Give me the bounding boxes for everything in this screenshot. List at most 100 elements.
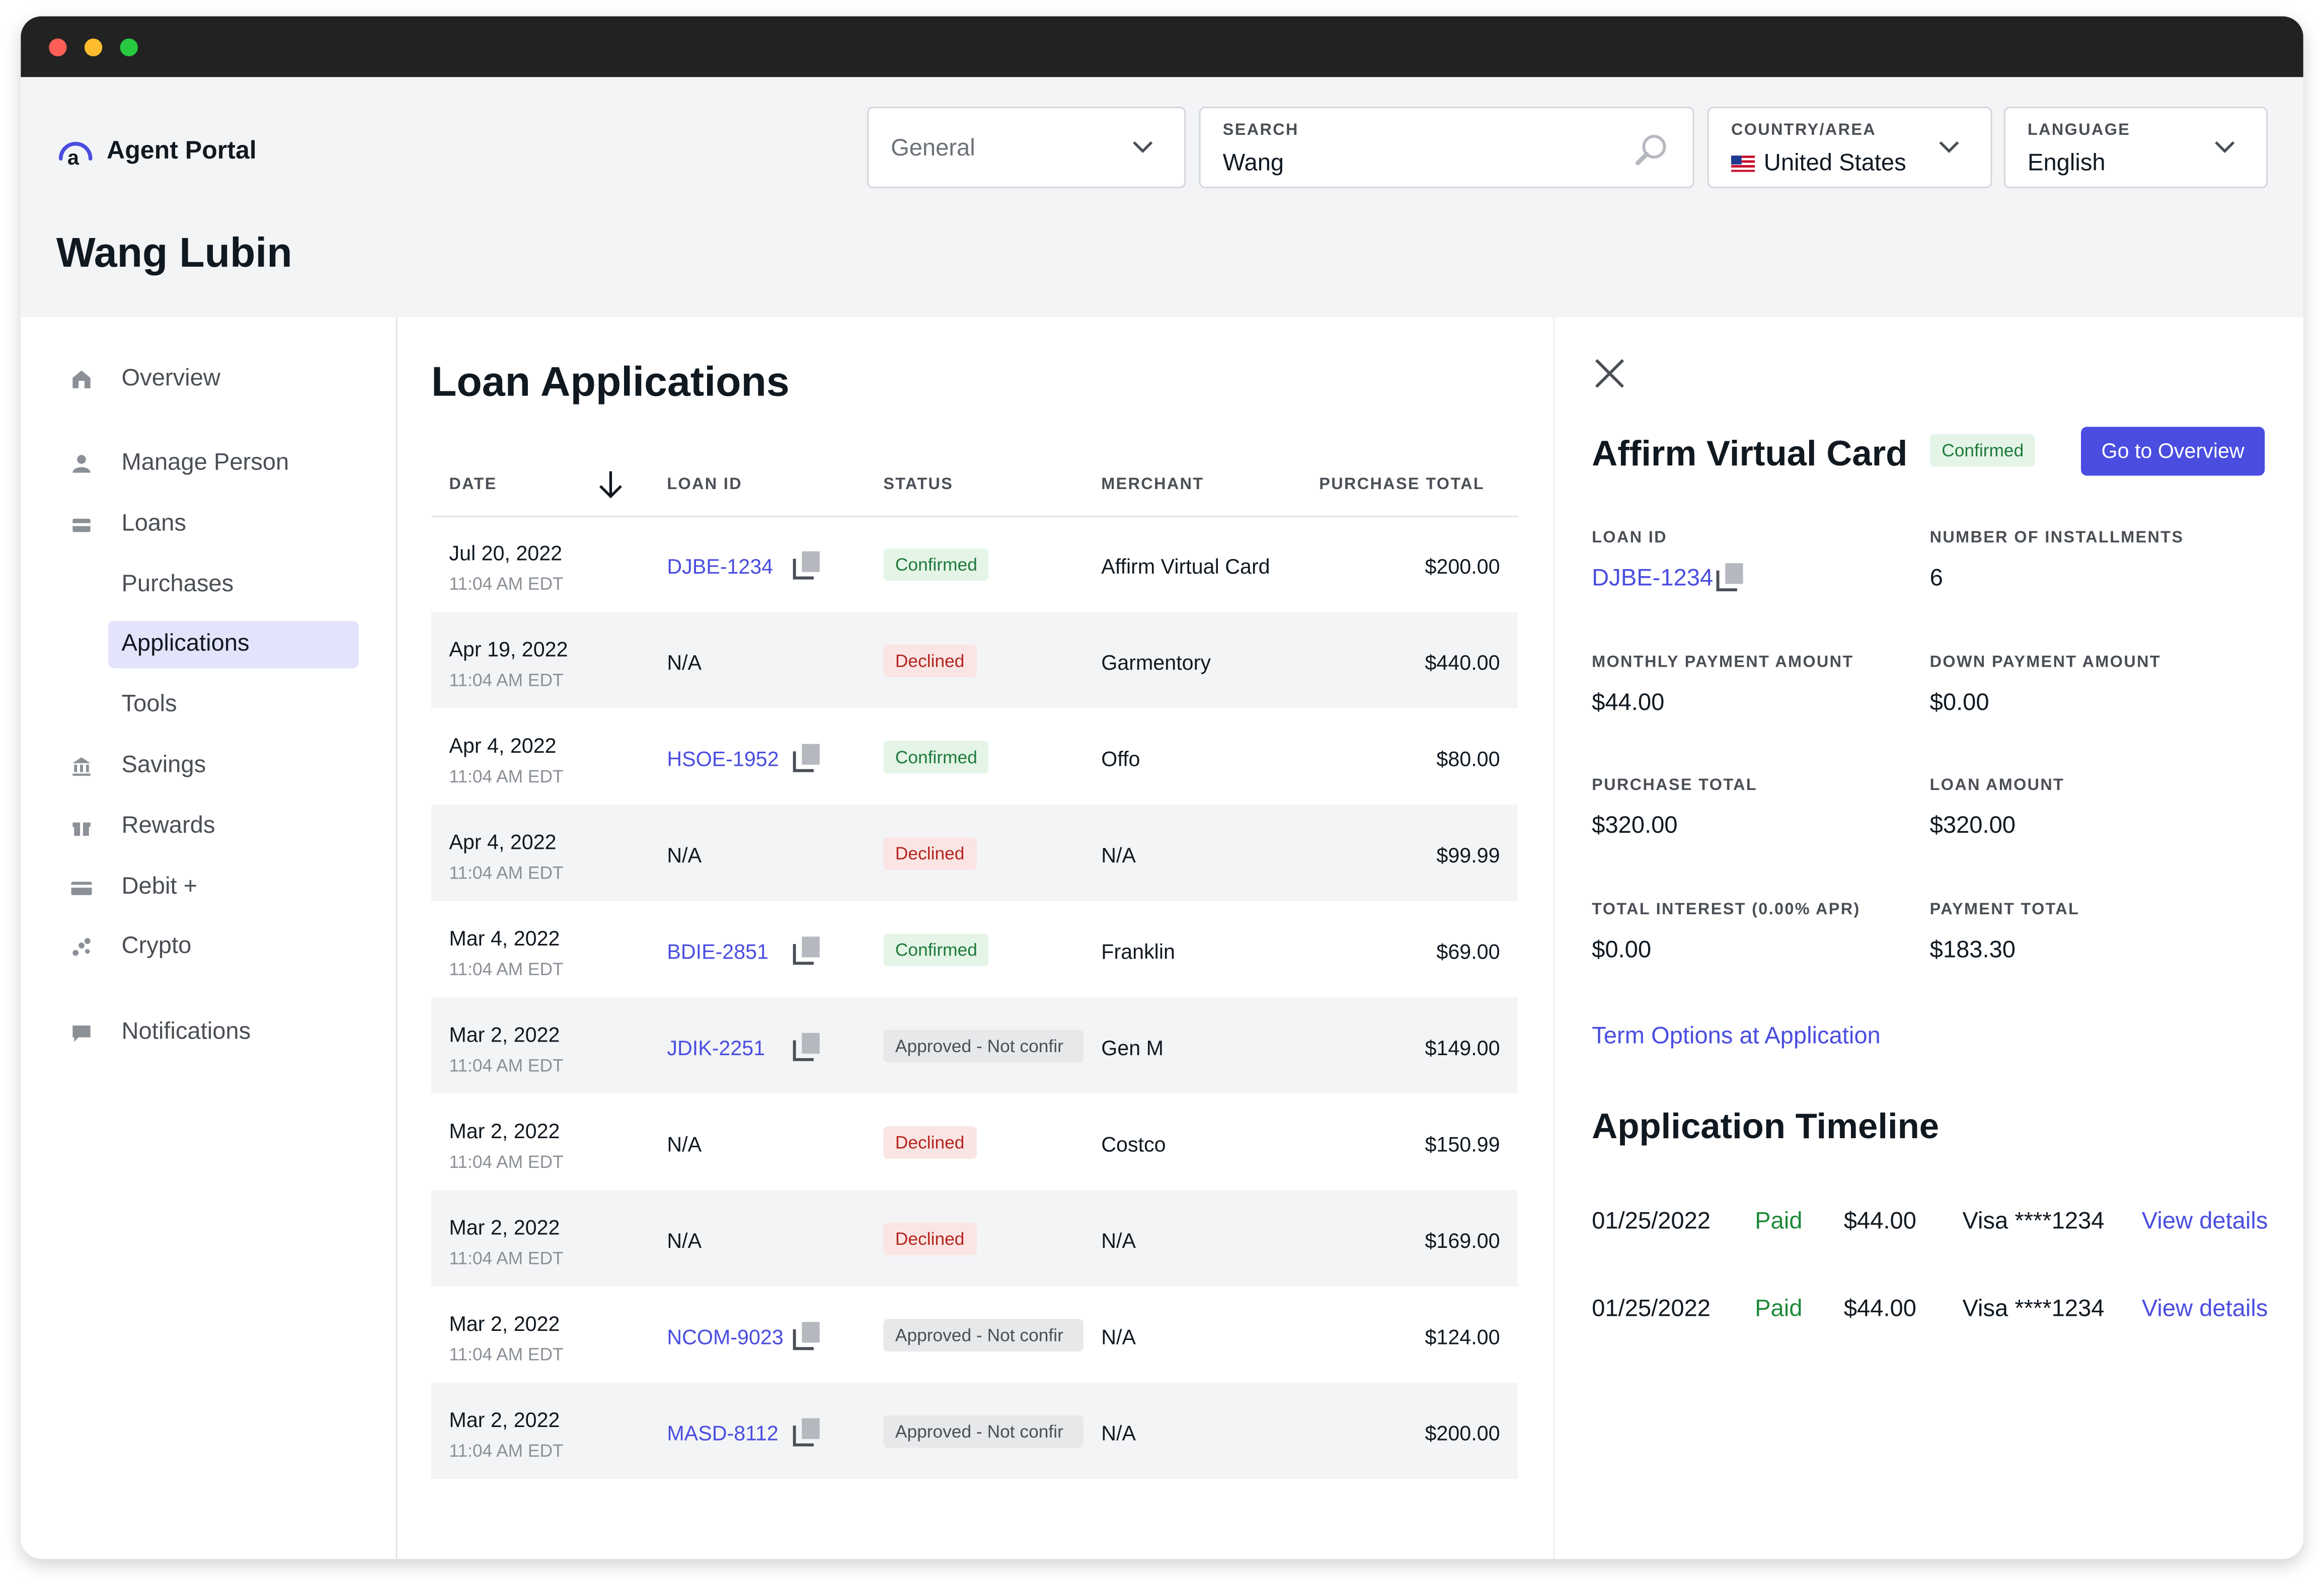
timeline-amount: $44.00: [1843, 1209, 1916, 1235]
status-badge: Approved - Not confir: [883, 1319, 1083, 1352]
row-time: 11:04 AM EDT: [449, 670, 564, 691]
arrow-down-icon[interactable]: [597, 468, 624, 501]
table-row[interactable]: Mar 2, 2022 11:04 AM EDT JDIK-2251 Approved…: [431, 997, 1518, 1094]
monthly-payment-label: MONTHLY PAYMENT AMOUNT: [1592, 653, 1854, 672]
row-time: 11:04 AM EDT: [449, 573, 564, 595]
table-row[interactable]: Jul 20, 2022 11:04 AM EDT DJBE-1234 Confirm…: [431, 516, 1518, 612]
app-logo[interactable]: a Agent Portal: [56, 135, 257, 168]
row-date: Mar 2, 2022: [449, 1022, 560, 1047]
row-merchant: Offo: [1101, 747, 1140, 771]
go-to-overview-button[interactable]: Go to Overview: [2081, 427, 2265, 476]
status-badge: Declined: [883, 645, 977, 677]
zoom-window-button[interactable]: [120, 38, 138, 56]
language-select[interactable]: LANGUAGE English: [2003, 107, 2268, 189]
app-name: Agent Portal: [107, 136, 257, 165]
row-merchant: N/A: [1101, 1228, 1136, 1252]
table-row[interactable]: Mar 4, 2022 11:04 AM EDT BDIE-2851 Confirme…: [431, 901, 1518, 997]
row-time: 11:04 AM EDT: [449, 1151, 564, 1172]
sidebar-item-label: Tools: [121, 692, 177, 718]
svg-text:a: a: [67, 146, 80, 168]
search-input[interactable]: Wang: [1223, 151, 1284, 178]
loan-id-link[interactable]: DJBE-1234: [1592, 566, 1713, 593]
status-badge: Confirmed: [1929, 434, 2036, 467]
table-row[interactable]: Mar 2, 2022 11:04 AM EDT N/A Declined N/A $16…: [431, 1190, 1518, 1287]
country-name: United States: [1763, 151, 1906, 177]
sidebar-item-rewards[interactable]: Rewards: [71, 803, 358, 850]
sidebar-item-tools[interactable]: Tools: [71, 682, 358, 729]
row-purchase-total: $124.00: [1425, 1325, 1500, 1349]
country-select[interactable]: COUNTRY/AREA United States: [1707, 107, 1992, 189]
copy-icon[interactable]: [1714, 560, 1746, 593]
view-details-link[interactable]: View details: [2142, 1209, 2268, 1236]
row-date: Apr 4, 2022: [449, 830, 557, 854]
down-payment-label: DOWN PAYMENT AMOUNT: [1929, 653, 2161, 672]
sidebar-item-crypto[interactable]: Crypto: [71, 923, 358, 971]
table-row[interactable]: Apr 19, 2022 11:04 AM EDT N/A Declined Garme…: [431, 612, 1518, 708]
loan-id: N/A: [667, 843, 702, 867]
category-select[interactable]: General: [867, 107, 1186, 189]
view-details-link[interactable]: View details: [2142, 1297, 2268, 1323]
country-value: United States: [1731, 151, 1906, 178]
loan-id[interactable]: MASD-8112: [667, 1421, 779, 1445]
payment-total-label: PAYMENT TOTAL: [1929, 901, 2080, 919]
chevron-down-icon: [1939, 141, 1959, 153]
section-title: Loan Applications: [431, 358, 790, 405]
timeline-date: 01/25/2022: [1592, 1297, 1711, 1322]
sidebar-item-label: Applications: [121, 631, 250, 657]
monthly-payment-value: $44.00: [1592, 690, 1665, 716]
table-row[interactable]: Mar 2, 2022 11:04 AM EDT MASD-8112 Approved…: [431, 1382, 1518, 1479]
payment-total-value: $183.30: [1929, 938, 2016, 964]
row-purchase-total: $150.99: [1425, 1132, 1500, 1156]
sidebar-item-applications[interactable]: Applications: [108, 621, 359, 669]
minimize-window-button[interactable]: [84, 38, 103, 56]
close-window-button[interactable]: [49, 38, 67, 56]
copy-icon[interactable]: [790, 548, 823, 581]
loans-icon: [72, 518, 91, 532]
timeline-title: Application Timeline: [1592, 1107, 1940, 1147]
copy-icon[interactable]: [790, 1415, 823, 1448]
loan-id[interactable]: BDIE-2851: [667, 939, 768, 963]
detail-panel: Affirm Virtual Card Confirmed Go to Over…: [1553, 317, 2303, 1559]
purchase-total-label: PURCHASE TOTAL: [1592, 776, 1757, 795]
loan-id[interactable]: JDIK-2251: [667, 1036, 765, 1060]
copy-icon[interactable]: [790, 933, 823, 966]
copy-icon[interactable]: [790, 741, 823, 774]
row-time: 11:04 AM EDT: [449, 766, 564, 787]
sidebar-item-overview[interactable]: Overview: [71, 356, 358, 403]
row-merchant: N/A: [1101, 843, 1136, 867]
row-time: 11:04 AM EDT: [449, 1247, 564, 1269]
sidebar-item-debit[interactable]: Debit +: [71, 864, 358, 911]
term-options-link[interactable]: Term Options at Application: [1592, 1024, 1881, 1051]
search-icon[interactable]: [1634, 132, 1669, 168]
status-badge: Approved - Not confir: [883, 1415, 1083, 1448]
loan-id-label: LOAN ID: [1592, 529, 1667, 547]
loan-amount-label: LOAN AMOUNT: [1929, 776, 2065, 795]
close-icon[interactable]: [1593, 357, 1626, 390]
row-date: Mar 2, 2022: [449, 1407, 560, 1432]
sidebar-item-label: Notifications: [121, 1019, 251, 1045]
loan-id[interactable]: NCOM-9023: [667, 1325, 783, 1349]
language-label: LANGUAGE: [2028, 121, 2131, 139]
loan-id[interactable]: DJBE-1234: [667, 555, 773, 578]
copy-icon[interactable]: [790, 1030, 823, 1063]
row-purchase-total: $200.00: [1425, 554, 1500, 578]
table-row[interactable]: Apr 4, 2022 11:04 AM EDT N/A Declined N/A $99…: [431, 805, 1518, 901]
sidebar-item-loans[interactable]: Loans: [71, 501, 358, 548]
sidebar-item-manage-person[interactable]: Manage Person: [71, 440, 358, 488]
loan-applications-section: Loan Applications DATE LOAN ID STATUS ME…: [397, 317, 1553, 1559]
copy-icon[interactable]: [790, 1319, 823, 1352]
table-row[interactable]: Apr 4, 2022 11:04 AM EDT HSOE-1952 Confirme…: [431, 708, 1518, 805]
column-header-merchant: MERCHANT: [1101, 476, 1204, 494]
sidebar-item-purchases[interactable]: Purchases: [71, 562, 358, 609]
column-header-date[interactable]: DATE: [449, 476, 497, 493]
sidebar-item-savings[interactable]: Savings: [71, 743, 358, 790]
timeline-amount: $44.00: [1843, 1297, 1916, 1322]
table-row[interactable]: Mar 2, 2022 11:04 AM EDT NCOM-9023 Approved…: [431, 1286, 1518, 1382]
loan-id[interactable]: HSOE-1952: [667, 747, 779, 770]
table-row[interactable]: Mar 2, 2022 11:04 AM EDT N/A Declined Costco…: [431, 1094, 1518, 1190]
category-select-value: General: [891, 136, 975, 162]
timeline-status: Paid: [1755, 1297, 1803, 1322]
search-field[interactable]: SEARCH Wang: [1199, 107, 1694, 189]
sidebar-item-notifications[interactable]: Notifications: [71, 1009, 358, 1057]
row-purchase-total: $80.00: [1436, 747, 1500, 771]
